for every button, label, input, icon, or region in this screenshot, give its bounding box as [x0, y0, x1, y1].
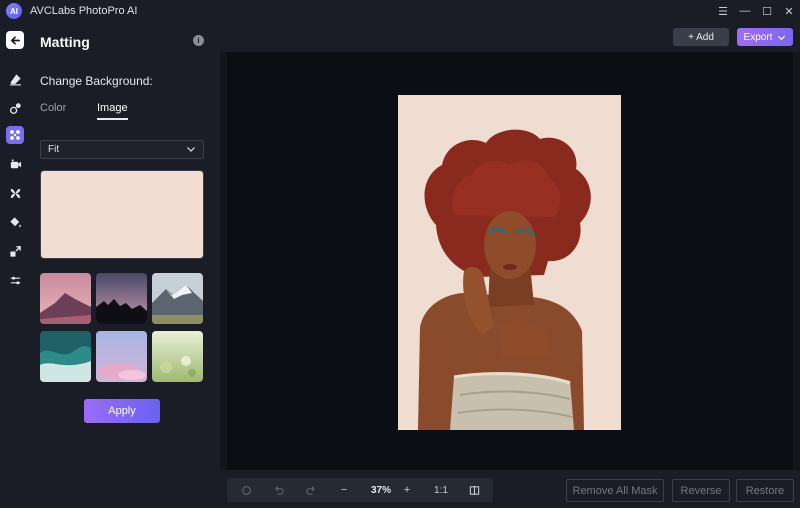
fit-mode-select[interactable]: Fit	[40, 140, 204, 159]
export-label: Export	[743, 31, 773, 43]
fit-mode-value: Fit	[48, 144, 60, 155]
thumbnail-ocean-wave[interactable]	[40, 331, 91, 382]
upscale-tool-icon[interactable]	[6, 242, 24, 260]
adjust-tool-icon[interactable]	[6, 271, 24, 289]
canvas-area	[227, 52, 793, 470]
zoom-in-button[interactable]: +	[398, 478, 416, 502]
change-background-label: Change Background:	[40, 74, 153, 88]
redo-icon[interactable]	[302, 478, 320, 502]
tab-color[interactable]: Color	[40, 102, 66, 118]
zoom-level: 37%	[370, 484, 391, 496]
thumbnail-pastel-clouds[interactable]	[96, 331, 147, 382]
tab-image[interactable]: Image	[97, 102, 128, 120]
thumbnail-meadow-bokeh[interactable]	[152, 331, 203, 382]
reverse-button[interactable]: Reverse	[672, 479, 730, 502]
compare-icon[interactable]	[465, 478, 483, 502]
undo-icon[interactable]	[269, 478, 287, 502]
zoom-out-button[interactable]: −	[335, 478, 353, 502]
tool-rail	[0, 22, 30, 508]
back-button[interactable]	[6, 31, 24, 49]
matting-tool-icon[interactable]	[6, 126, 24, 144]
color-fill-tool-icon[interactable]	[6, 213, 24, 231]
face-retouch-tool-icon[interactable]	[6, 99, 24, 117]
bottom-bar: − 37% + 1:1 Remove All Mask Reverse Rest…	[220, 470, 800, 508]
export-button[interactable]: Export	[737, 28, 793, 46]
panel-title: Matting	[40, 34, 90, 50]
colorize-tool-icon[interactable]	[6, 155, 24, 173]
thumbnail-dusk-forest[interactable]	[96, 273, 147, 324]
app-logo-icon: AI	[6, 3, 22, 19]
portrait-illustration	[398, 95, 621, 430]
remove-all-mask-button[interactable]: Remove All Mask	[566, 479, 664, 502]
matting-panel: Matting i Change Background: Color Image…	[30, 22, 220, 508]
app-title: AVCLabs PhotoPro AI	[30, 5, 138, 17]
top-bar: + Add Export	[220, 22, 800, 52]
info-icon[interactable]: i	[193, 35, 204, 46]
reset-icon[interactable]	[237, 478, 255, 502]
background-preview	[40, 170, 204, 259]
title-bar: AI AVCLabs PhotoPro AI ☰ — ☐ ✕	[0, 0, 800, 22]
thumbnail-pink-mountain[interactable]	[40, 273, 91, 324]
arrow-left-icon	[10, 35, 20, 45]
zoom-toolbar: − 37% + 1:1	[227, 478, 493, 502]
menu-icon[interactable]: ☰	[712, 0, 734, 22]
close-button[interactable]: ✕	[778, 0, 800, 22]
actual-size-button[interactable]: 1:1	[430, 478, 452, 502]
chevron-down-icon	[187, 147, 195, 152]
restore-button[interactable]: Restore	[736, 479, 794, 502]
eraser-tool-icon[interactable]	[6, 70, 24, 88]
minimize-button[interactable]: —	[734, 0, 756, 22]
maximize-button[interactable]: ☐	[756, 0, 778, 22]
apply-button[interactable]: Apply	[84, 399, 160, 423]
thumbnail-snowy-mountain[interactable]	[152, 273, 203, 324]
chevron-down-icon	[778, 35, 786, 40]
add-button[interactable]: + Add	[673, 28, 729, 46]
window-controls: ☰ — ☐ ✕	[712, 0, 800, 22]
portrait-photo	[398, 95, 621, 430]
animate-tool-icon[interactable]	[6, 184, 24, 202]
